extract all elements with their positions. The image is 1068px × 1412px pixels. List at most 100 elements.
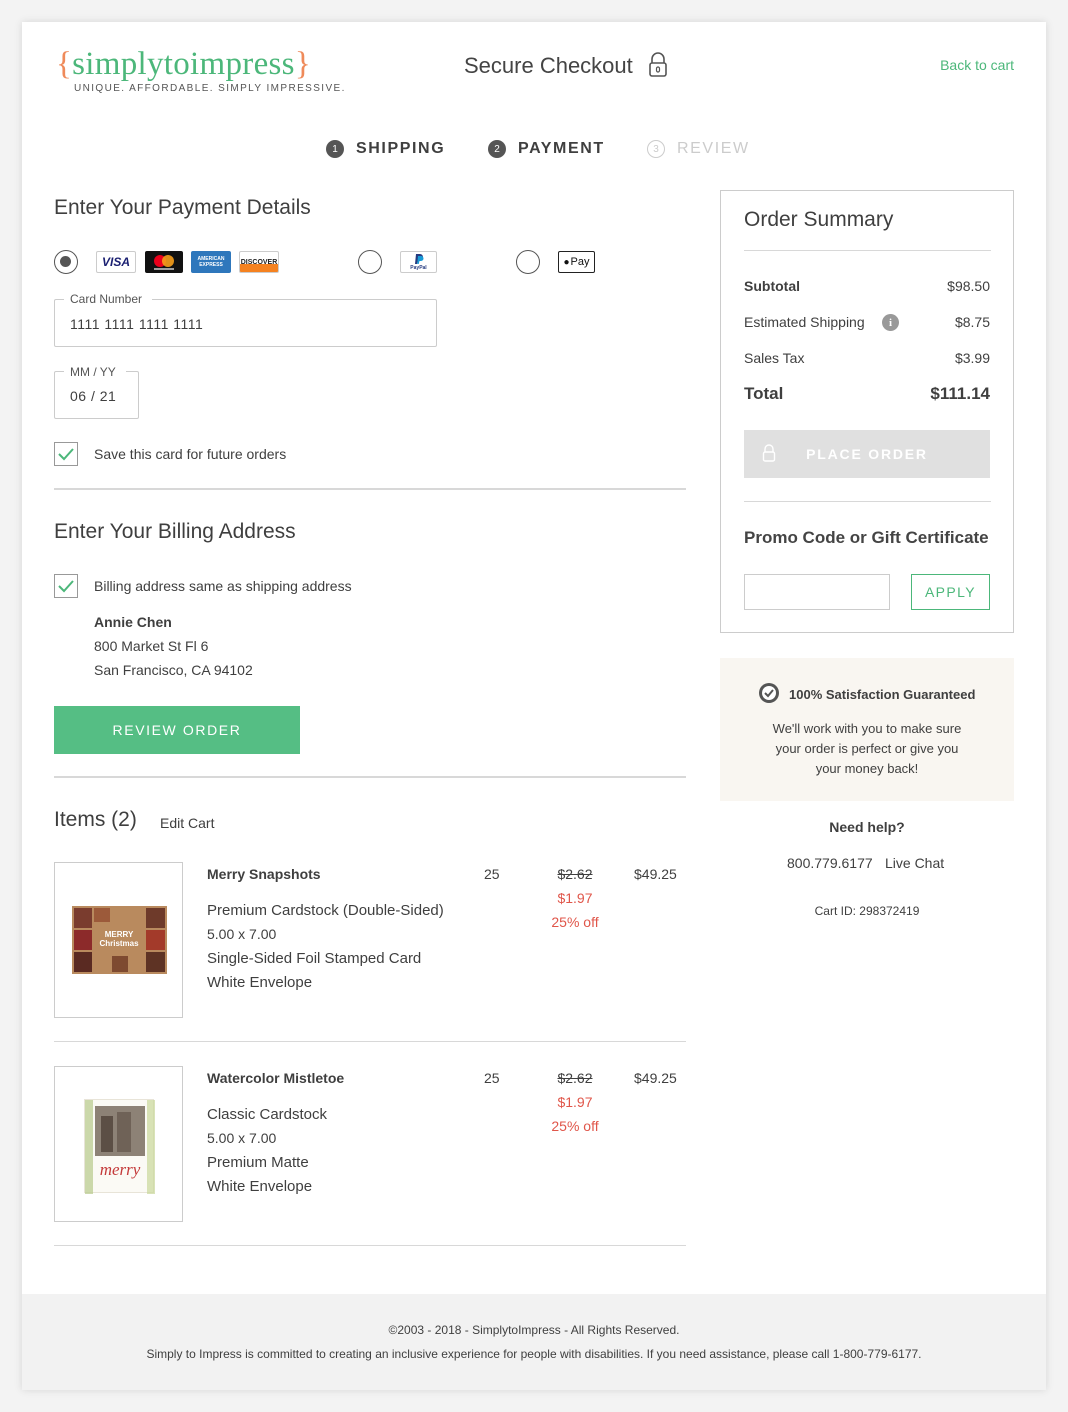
help-heading: Need help?: [829, 819, 905, 835]
step-number: 1: [326, 140, 344, 158]
summary-divider: [744, 250, 991, 251]
back-to-cart-link[interactable]: Back to cart: [940, 57, 1014, 73]
paypal-icon: PayPal: [400, 251, 437, 273]
cart-id: Cart ID: 298372419: [814, 904, 920, 918]
visa-icon: VISA: [96, 251, 136, 273]
order-summary-heading: Order Summary: [744, 208, 894, 231]
item-sale-price: $1.97: [557, 890, 593, 906]
logo-brace-open: {: [56, 46, 73, 82]
item-quantity: 25: [484, 866, 500, 882]
subtotal-value: $98.50: [947, 278, 990, 294]
item-divider: [54, 1041, 686, 1042]
guarantee-line: We'll work with you to make sure: [772, 721, 962, 736]
item-total: $49.25: [634, 1070, 677, 1086]
billing-same-label: Billing address same as shipping address: [94, 578, 352, 594]
place-order-button[interactable]: PLACE ORDER: [744, 430, 990, 478]
save-card-label: Save this card for future orders: [94, 446, 287, 462]
billing-street: 800 Market St Fl 6: [94, 638, 209, 654]
subtotal-label: Subtotal: [744, 278, 800, 294]
checkmark-icon: [58, 448, 74, 461]
total-label: Total: [744, 384, 784, 403]
item-detail: Classic Cardstock: [207, 1106, 328, 1123]
item-detail: 5.00 x 7.00: [207, 926, 277, 942]
lock-icon: [762, 444, 776, 465]
item-detail: 5.00 x 7.00: [207, 1130, 277, 1146]
items-heading: Items (2): [54, 808, 137, 831]
logo[interactable]: {simplytoimpress}: [56, 46, 311, 83]
radio-apple-pay[interactable]: [516, 250, 540, 274]
radio-credit-card[interactable]: [54, 250, 78, 274]
logo-text: simplytoimpress: [72, 46, 295, 82]
edit-cart-link[interactable]: Edit Cart: [160, 815, 214, 831]
step-label: PAYMENT: [518, 140, 605, 157]
checkmark-icon: [58, 580, 74, 593]
badge-check-icon: [758, 682, 780, 704]
save-card-checkbox[interactable]: [54, 442, 78, 466]
lock-icon: [648, 52, 668, 78]
item-sale-price: $1.97: [557, 1094, 593, 1110]
expiry-label: MM / YY: [64, 365, 126, 379]
card-preview-text: merry: [99, 1160, 141, 1179]
logo-tagline: UNIQUE. AFFORDABLE. SIMPLY IMPRESSIVE.: [74, 83, 346, 94]
step-number: 2: [488, 140, 506, 158]
item-discount: 25% off: [551, 1118, 599, 1134]
item-thumbnail[interactable]: merry: [54, 1066, 183, 1222]
item-name[interactable]: Merry Snapshots: [207, 866, 321, 882]
item-detail: Premium Cardstock (Double-Sided): [207, 902, 444, 919]
item-detail: White Envelope: [207, 974, 313, 991]
billing-same-checkbox[interactable]: [54, 574, 78, 598]
section-divider: [54, 776, 686, 778]
step-payment[interactable]: 2 PAYMENT: [488, 138, 605, 160]
card-preview: merry: [84, 1099, 155, 1194]
item-divider: [54, 1245, 686, 1246]
tax-value: $3.99: [954, 350, 990, 366]
footer-accessibility: Simply to Impress is committed to creati…: [146, 1347, 922, 1361]
billing-heading: Enter Your Billing Address: [54, 520, 296, 543]
order-summary-panel: [720, 190, 1014, 633]
step-number: 3: [647, 140, 665, 158]
total-value: $111.14: [930, 384, 990, 403]
guarantee-line: your order is perfect or give you: [775, 741, 959, 756]
payment-heading: Enter Your Payment Details: [54, 196, 311, 219]
item-quantity: 25: [484, 1070, 500, 1086]
card-number-value: 1111 1111 1111 1111: [70, 316, 204, 332]
amex-icon: AMERICAN EXPRESS: [191, 251, 231, 273]
shipping-label: Estimated Shipping: [744, 314, 865, 330]
info-icon[interactable]: i: [882, 314, 899, 331]
item-original-price: $2.62: [557, 866, 593, 882]
guarantee-line: your money back!: [815, 761, 919, 776]
item-name[interactable]: Watercolor Mistletoe: [207, 1070, 344, 1086]
live-chat-link[interactable]: Live Chat: [885, 855, 944, 871]
item-detail: White Envelope: [207, 1178, 313, 1195]
billing-city: San Francisco, CA 94102: [94, 662, 253, 678]
discover-icon: DISCOVER: [239, 251, 279, 273]
apple-pay-icon: ● Pay: [558, 251, 595, 273]
item-total: $49.25: [634, 866, 677, 882]
step-label: REVIEW: [677, 140, 750, 157]
apply-promo-button[interactable]: APPLY: [911, 574, 990, 610]
step-shipping[interactable]: 1 SHIPPING: [326, 138, 445, 160]
billing-name: Annie Chen: [94, 614, 172, 630]
tax-label: Sales Tax: [744, 350, 805, 366]
review-order-button[interactable]: REVIEW ORDER: [54, 706, 300, 754]
promo-heading: Promo Code or Gift Certificate: [744, 528, 989, 547]
checkout-page: {simplytoimpress} UNIQUE. AFFORDABLE. SI…: [22, 22, 1046, 1390]
expiry-value: 06 / 21: [70, 388, 117, 404]
mastercard-icon: [145, 251, 183, 273]
promo-code-input[interactable]: [744, 574, 890, 610]
item-discount: 25% off: [551, 914, 599, 930]
guarantee-title: 100% Satisfaction Guaranteed: [789, 687, 976, 702]
item-thumbnail[interactable]: MERRY Christmas: [54, 862, 183, 1018]
shipping-value: $8.75: [954, 314, 990, 330]
section-divider: [54, 488, 686, 490]
footer-copyright: ©2003 - 2018 - SimplytoImpress - All Rig…: [388, 1323, 680, 1337]
radio-paypal[interactable]: [358, 250, 382, 274]
page-title: Secure Checkout: [464, 53, 633, 78]
apple-icon: ●: [563, 256, 570, 268]
help-phone[interactable]: 800.779.6177: [787, 855, 873, 871]
item-detail: Single-Sided Foil Stamped Card: [207, 950, 422, 967]
step-review: 3 REVIEW: [647, 138, 750, 160]
footer: [22, 1294, 1046, 1390]
paypal-label: PayPal: [410, 265, 427, 271]
logo-brace-close: }: [294, 46, 311, 82]
